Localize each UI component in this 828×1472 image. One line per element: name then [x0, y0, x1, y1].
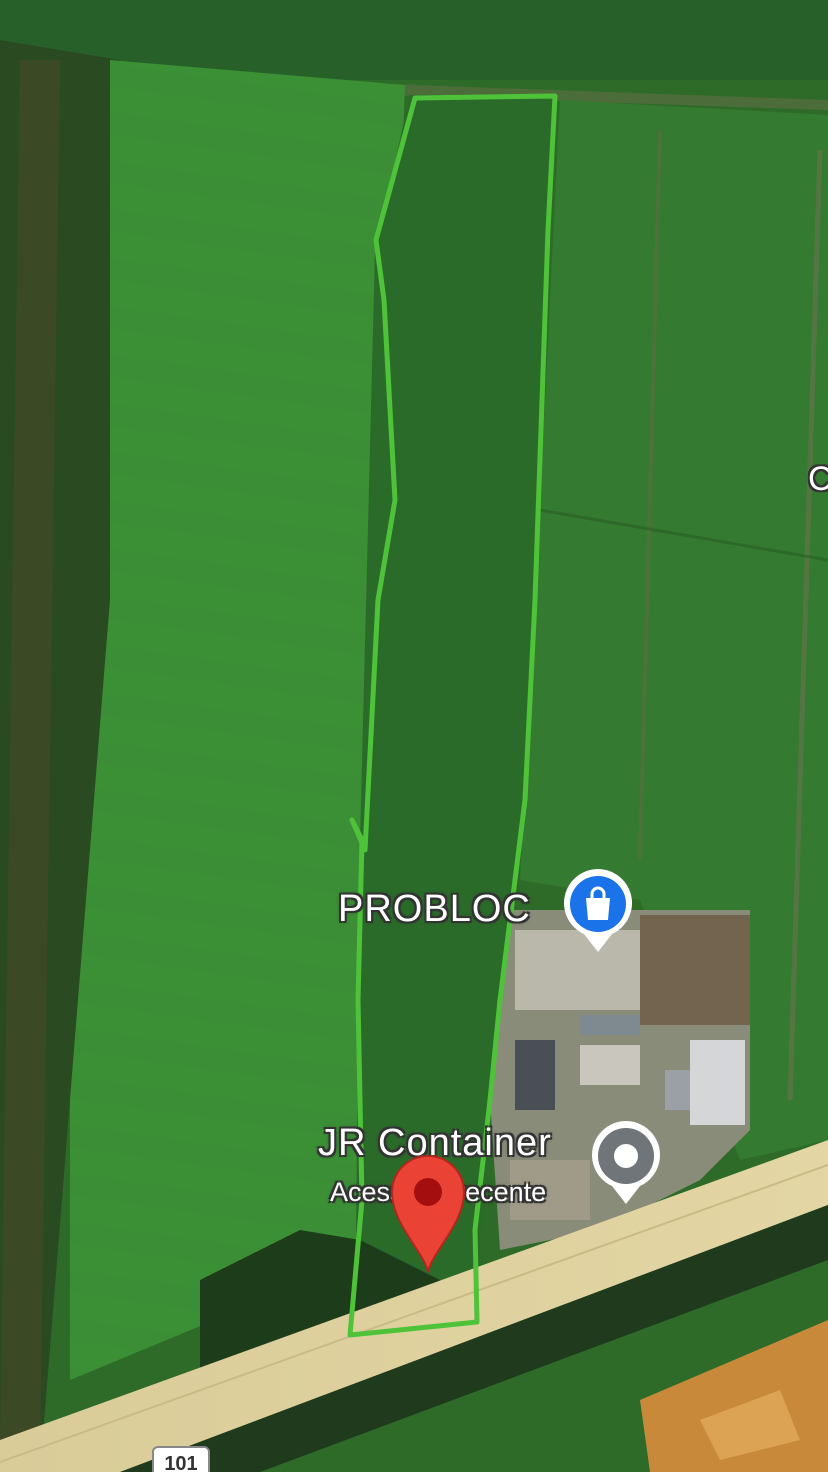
satellite-map[interactable]: PROBLOC JR Container Acessado recente C …: [0, 0, 828, 1472]
route-shield: 101: [152, 1446, 210, 1472]
shopping-bag-icon[interactable]: [560, 868, 636, 954]
cut-off-place-label[interactable]: C: [808, 460, 828, 499]
place-label-probloc[interactable]: PROBLOC: [338, 888, 531, 931]
red-location-pin-icon[interactable]: [388, 1152, 468, 1274]
place-dot-icon[interactable]: [588, 1118, 664, 1206]
